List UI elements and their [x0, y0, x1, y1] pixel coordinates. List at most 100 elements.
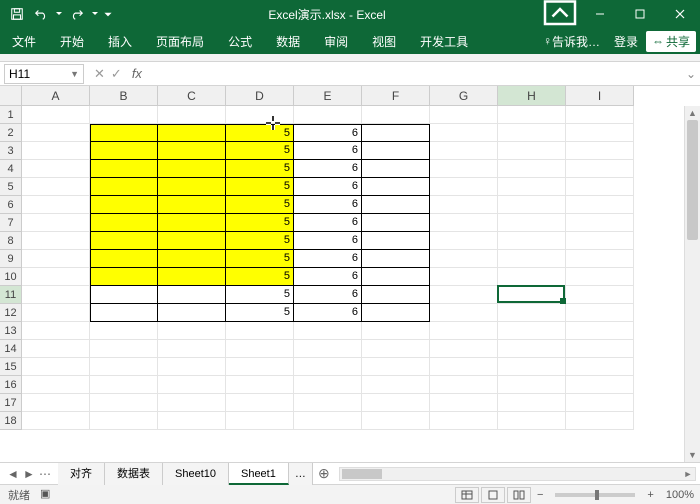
cell-I17[interactable]: [566, 394, 634, 412]
cell-F12[interactable]: [362, 304, 430, 322]
row-header-1[interactable]: 1: [0, 106, 22, 124]
cell-I7[interactable]: [566, 214, 634, 232]
col-header-H[interactable]: H: [498, 86, 566, 106]
cell-D1[interactable]: [226, 106, 294, 124]
view-normal-icon[interactable]: [455, 487, 479, 503]
cell-F5[interactable]: [362, 178, 430, 196]
cell-H18[interactable]: [498, 412, 566, 430]
cell-C6[interactable]: [158, 196, 226, 214]
cell-E9[interactable]: 6: [294, 250, 362, 268]
cell-I5[interactable]: [566, 178, 634, 196]
cell-I18[interactable]: [566, 412, 634, 430]
tab-developer[interactable]: 开发工具: [408, 28, 480, 54]
tab-formulas[interactable]: 公式: [216, 28, 264, 54]
cell-E7[interactable]: 6: [294, 214, 362, 232]
cell-B16[interactable]: [90, 376, 158, 394]
cell-B10[interactable]: [90, 268, 158, 286]
cell-E8[interactable]: 6: [294, 232, 362, 250]
cell-C1[interactable]: [158, 106, 226, 124]
sheet-tab[interactable]: Sheet10: [163, 463, 229, 485]
cell-C18[interactable]: [158, 412, 226, 430]
cell-F2[interactable]: [362, 124, 430, 142]
col-header-C[interactable]: C: [158, 86, 226, 106]
cell-D12[interactable]: 5: [226, 304, 294, 322]
cell-F1[interactable]: [362, 106, 430, 124]
cell-H2[interactable]: [498, 124, 566, 142]
cell-E16[interactable]: [294, 376, 362, 394]
row-header-3[interactable]: 3: [0, 142, 22, 160]
cell-B5[interactable]: [90, 178, 158, 196]
tab-file[interactable]: 文件: [0, 28, 48, 54]
cell-G2[interactable]: [430, 124, 498, 142]
cell-I1[interactable]: [566, 106, 634, 124]
cell-I12[interactable]: [566, 304, 634, 322]
cell-C14[interactable]: [158, 340, 226, 358]
cell-G1[interactable]: [430, 106, 498, 124]
cell-H12[interactable]: [498, 304, 566, 322]
cell-H16[interactable]: [498, 376, 566, 394]
cell-H14[interactable]: [498, 340, 566, 358]
cell-D6[interactable]: 5: [226, 196, 294, 214]
cell-I16[interactable]: [566, 376, 634, 394]
cell-C10[interactable]: [158, 268, 226, 286]
cell-F10[interactable]: [362, 268, 430, 286]
close-button[interactable]: [660, 0, 700, 28]
row-header-15[interactable]: 15: [0, 358, 22, 376]
cell-B11[interactable]: [90, 286, 158, 304]
zoom-slider[interactable]: [555, 493, 635, 497]
col-header-D[interactable]: D: [226, 86, 294, 106]
cell-F11[interactable]: [362, 286, 430, 304]
row-header-10[interactable]: 10: [0, 268, 22, 286]
cell-H6[interactable]: [498, 196, 566, 214]
cell-I15[interactable]: [566, 358, 634, 376]
cell-F3[interactable]: [362, 142, 430, 160]
vscroll-thumb[interactable]: [687, 120, 698, 240]
cell-C17[interactable]: [158, 394, 226, 412]
cell-H8[interactable]: [498, 232, 566, 250]
cell-G16[interactable]: [430, 376, 498, 394]
col-header-I[interactable]: I: [566, 86, 634, 106]
cell-A11[interactable]: [22, 286, 90, 304]
cell-G13[interactable]: [430, 322, 498, 340]
cell-A13[interactable]: [22, 322, 90, 340]
cell-C3[interactable]: [158, 142, 226, 160]
cell-I2[interactable]: [566, 124, 634, 142]
cell-B9[interactable]: [90, 250, 158, 268]
cell-D4[interactable]: 5: [226, 160, 294, 178]
row-header-8[interactable]: 8: [0, 232, 22, 250]
cell-B12[interactable]: [90, 304, 158, 322]
cell-I3[interactable]: [566, 142, 634, 160]
cell-F14[interactable]: [362, 340, 430, 358]
cell-C2[interactable]: [158, 124, 226, 142]
tab-data[interactable]: 数据: [264, 28, 312, 54]
cell-G14[interactable]: [430, 340, 498, 358]
cell-A4[interactable]: [22, 160, 90, 178]
cell-A6[interactable]: [22, 196, 90, 214]
cell-G6[interactable]: [430, 196, 498, 214]
sheet-tab[interactable]: Sheet1: [229, 463, 289, 485]
scroll-right-icon[interactable]: ►: [681, 469, 695, 479]
col-header-A[interactable]: A: [22, 86, 90, 106]
cell-A14[interactable]: [22, 340, 90, 358]
col-header-E[interactable]: E: [294, 86, 362, 106]
cell-E15[interactable]: [294, 358, 362, 376]
col-header-F[interactable]: F: [362, 86, 430, 106]
cancel-formula-icon[interactable]: ✕: [94, 66, 105, 82]
undo-icon[interactable]: [30, 3, 52, 25]
cell-A17[interactable]: [22, 394, 90, 412]
cell-E17[interactable]: [294, 394, 362, 412]
maximize-button[interactable]: [620, 0, 660, 28]
cell-E13[interactable]: [294, 322, 362, 340]
view-page-layout-icon[interactable]: [481, 487, 505, 503]
cell-H3[interactable]: [498, 142, 566, 160]
cell-H7[interactable]: [498, 214, 566, 232]
cell-D11[interactable]: 5: [226, 286, 294, 304]
tab-home[interactable]: 开始: [48, 28, 96, 54]
cell-C7[interactable]: [158, 214, 226, 232]
cell-I4[interactable]: [566, 160, 634, 178]
sheet-tab[interactable]: 数据表: [105, 463, 163, 485]
cells-grid[interactable]: 5656565656565656565656: [22, 106, 634, 430]
scroll-up-icon[interactable]: ▲: [685, 106, 700, 120]
cell-I13[interactable]: [566, 322, 634, 340]
cell-G11[interactable]: [430, 286, 498, 304]
